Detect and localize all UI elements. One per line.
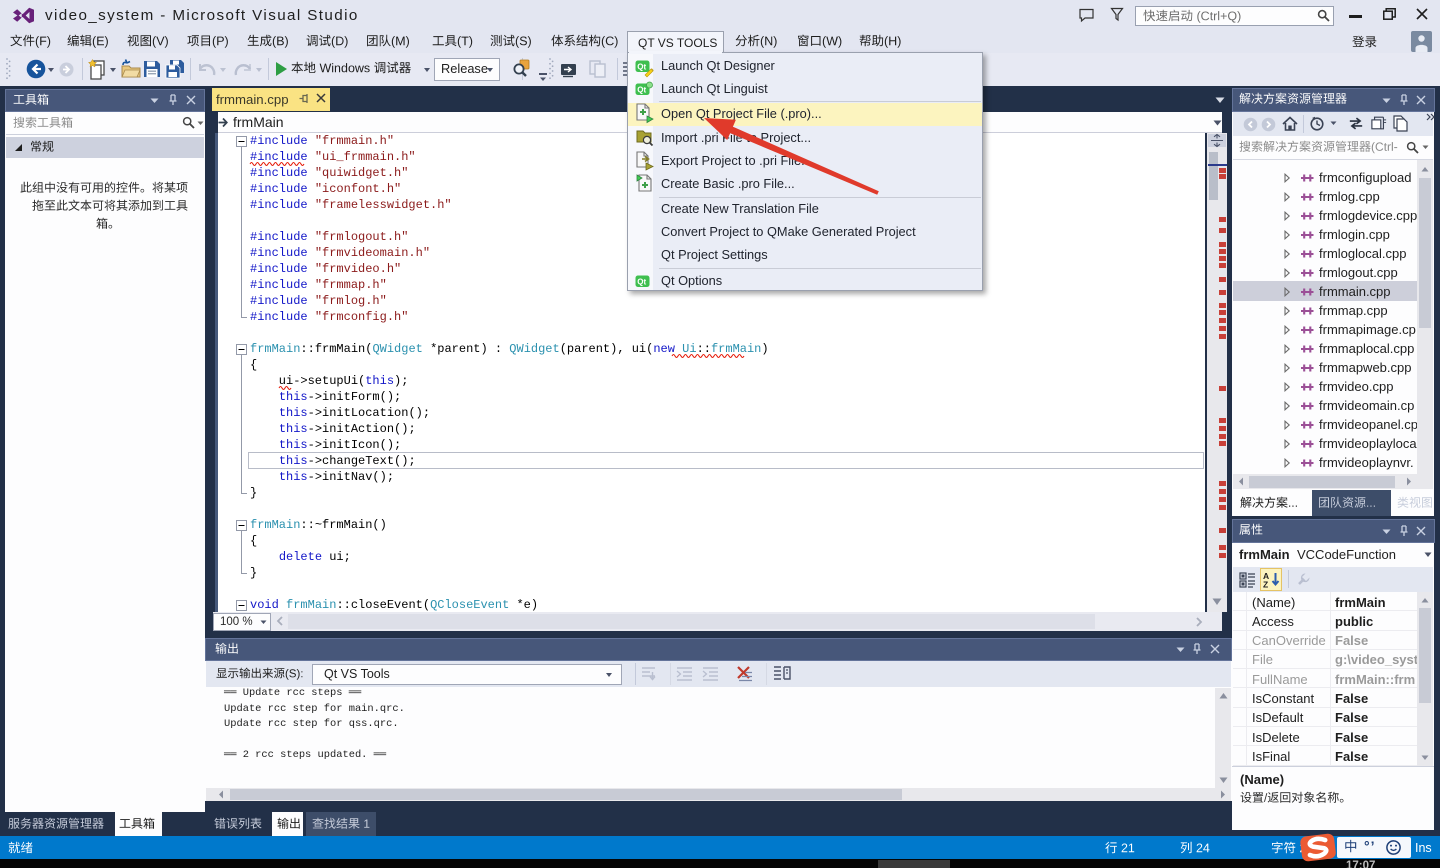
svg-text:Qt: Qt: [637, 86, 646, 95]
svg-text:Qt: Qt: [637, 278, 646, 287]
svg-text:Qt: Qt: [637, 63, 646, 72]
svg-text:Z: Z: [1263, 580, 1268, 590]
